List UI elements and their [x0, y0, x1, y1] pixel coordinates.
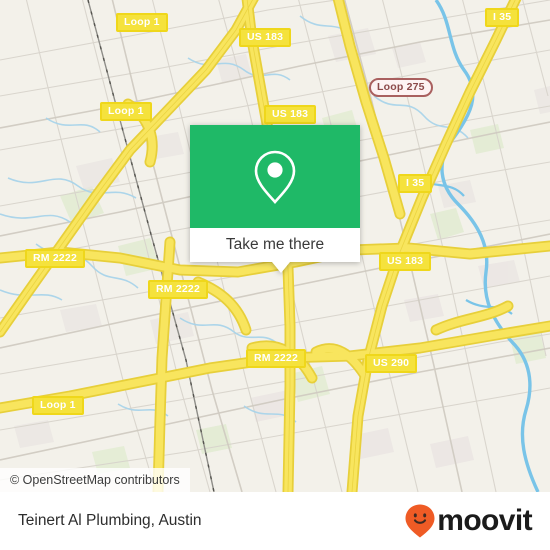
road-shield: I 35: [485, 8, 520, 27]
road-shield: US 290: [365, 354, 418, 373]
road-shield: Loop 1: [116, 13, 168, 32]
road-shield: RM 2222: [25, 249, 86, 268]
take-me-there-button[interactable]: Take me there: [190, 228, 360, 262]
moovit-wordmark: moovit: [437, 504, 532, 537]
map-pin-icon: [254, 150, 296, 204]
road-shield: US 183: [264, 105, 317, 124]
callout-tail: [272, 262, 290, 273]
map-screenshot-root: Loop 1 US 183 I 35 Loop 275 Loop 1 US 183 I 35…: [0, 0, 550, 550]
road-shield: Loop 1: [100, 102, 152, 121]
osm-attribution[interactable]: © OpenStreetMap contributors: [0, 468, 190, 492]
map-canvas[interactable]: Loop 1 US 183 I 35 Loop 275 Loop 1 US 183 I 35…: [0, 0, 550, 492]
road-shield: RM 2222: [148, 280, 209, 299]
bottom-bar: Teinert Al Plumbing, Austin moovit: [0, 492, 550, 550]
place-callout-card[interactable]: Take me there: [190, 125, 360, 273]
moovit-smiley-pin-icon: [405, 504, 435, 538]
road-shield: Loop 275: [369, 78, 433, 97]
road-shield: Loop 1: [32, 396, 84, 415]
take-me-there-label: Take me there: [225, 236, 325, 253]
road-shield: RM 2222: [246, 349, 307, 368]
road-shield: US 183: [239, 28, 292, 47]
moovit-brand-logo[interactable]: moovit: [404, 503, 533, 539]
callout-pin-panel: [190, 125, 360, 228]
road-shield: I 35: [398, 174, 433, 193]
road-shield: US 183: [379, 252, 432, 271]
place-title: Teinert Al Plumbing, Austin: [18, 512, 202, 529]
